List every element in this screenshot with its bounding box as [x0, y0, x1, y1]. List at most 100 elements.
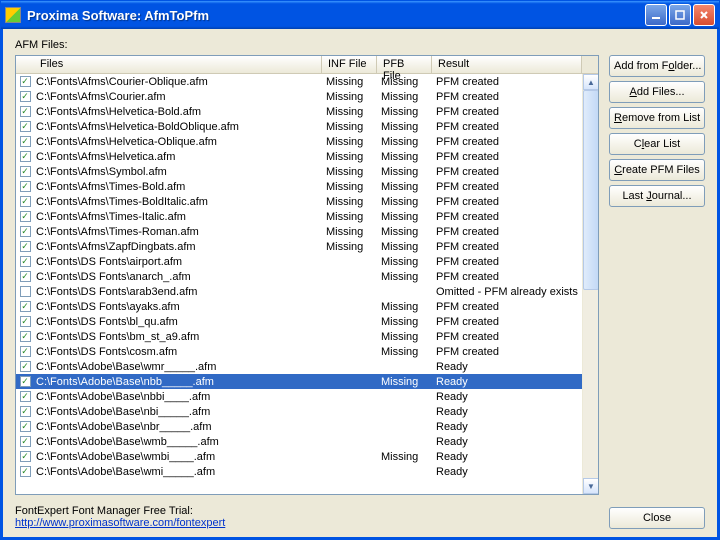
col-scroll-gap — [582, 56, 598, 73]
checkbox[interactable]: ✓ — [20, 406, 31, 417]
checkbox[interactable]: ✓ — [20, 76, 31, 87]
checkbox[interactable]: ✓ — [20, 451, 31, 462]
cell-pfb: Missing — [377, 121, 432, 133]
create-pfm-files-button[interactable]: Create PFM Files — [609, 159, 705, 181]
checkbox[interactable]: ✓ — [20, 166, 31, 177]
table-row[interactable]: ✓C:\Fonts\Adobe\Base\nbb_____.afmMissing… — [16, 374, 598, 389]
table-row[interactable]: ✓C:\Fonts\Adobe\Base\wmb_____.afmReady — [16, 434, 598, 449]
row-checkbox-cell: ✓ — [16, 181, 34, 192]
checkbox[interactable]: ✓ — [20, 376, 31, 387]
checkbox[interactable]: ✓ — [20, 181, 31, 192]
checkbox[interactable]: ✓ — [20, 421, 31, 432]
cell-file: C:\Fonts\DS Fonts\bm_st_a9.afm — [34, 331, 322, 343]
col-result[interactable]: Result — [432, 56, 582, 73]
row-checkbox-cell: ✓ — [16, 331, 34, 342]
cell-result: PFM created — [432, 166, 582, 178]
checkbox[interactable]: ✓ — [20, 436, 31, 447]
col-pfb[interactable]: PFB File — [377, 56, 432, 73]
checkbox[interactable]: ✓ — [20, 346, 31, 357]
row-checkbox-cell: ✓ — [16, 436, 34, 447]
cell-file: C:\Fonts\Afms\Helvetica.afm — [34, 151, 322, 163]
cell-pfb: Missing — [377, 451, 432, 463]
checkbox[interactable] — [20, 286, 31, 297]
checkbox[interactable]: ✓ — [20, 391, 31, 402]
table-row[interactable]: ✓C:\Fonts\Afms\Symbol.afmMissingMissingP… — [16, 164, 598, 179]
checkbox[interactable]: ✓ — [20, 256, 31, 267]
checkbox[interactable]: ✓ — [20, 91, 31, 102]
row-checkbox-cell: ✓ — [16, 346, 34, 357]
checkbox[interactable]: ✓ — [20, 151, 31, 162]
cell-file: C:\Fonts\Afms\Courier-Oblique.afm — [34, 76, 322, 88]
table-row[interactable]: ✓C:\Fonts\DS Fonts\bm_st_a9.afmMissingPF… — [16, 329, 598, 344]
trial-link[interactable]: http://www.proximasoftware.com/fontexper… — [15, 517, 225, 529]
col-checkbox[interactable] — [16, 56, 34, 73]
table-row[interactable]: ✓C:\Fonts\Afms\Helvetica.afmMissingMissi… — [16, 149, 598, 164]
scrollbar[interactable]: ▲ ▼ — [582, 74, 598, 494]
checkbox[interactable]: ✓ — [20, 241, 31, 252]
table-row[interactable]: ✓C:\Fonts\Afms\Times-Roman.afmMissingMis… — [16, 224, 598, 239]
cell-pfb: Missing — [377, 226, 432, 238]
cell-pfb: Missing — [377, 91, 432, 103]
table-row[interactable]: ✓C:\Fonts\DS Fonts\ayaks.afmMissingPFM c… — [16, 299, 598, 314]
bottom-buttons: Close — [609, 507, 705, 529]
cell-pfb: Missing — [377, 331, 432, 343]
table-row[interactable]: ✓C:\Fonts\Afms\Times-Bold.afmMissingMiss… — [16, 179, 598, 194]
cell-inf: Missing — [322, 196, 377, 208]
table-row[interactable]: ✓C:\Fonts\Afms\Courier-Oblique.afmMissin… — [16, 74, 598, 89]
scroll-up-button[interactable]: ▲ — [583, 74, 598, 90]
table-row[interactable]: ✓C:\Fonts\Adobe\Base\wmr_____.afmReady — [16, 359, 598, 374]
table-row[interactable]: ✓C:\Fonts\DS Fonts\cosm.afmMissingPFM cr… — [16, 344, 598, 359]
checkbox[interactable]: ✓ — [20, 271, 31, 282]
close-button[interactable]: Close — [609, 507, 705, 529]
table-row[interactable]: ✓C:\Fonts\Afms\Helvetica-Oblique.afmMiss… — [16, 134, 598, 149]
cell-pfb: Missing — [377, 256, 432, 268]
scroll-thumb[interactable] — [583, 90, 598, 290]
close-window-button[interactable] — [693, 4, 715, 26]
checkbox[interactable]: ✓ — [20, 106, 31, 117]
table-row[interactable]: ✓C:\Fonts\Afms\Times-Italic.afmMissingMi… — [16, 209, 598, 224]
maximize-button[interactable] — [669, 4, 691, 26]
cell-file: C:\Fonts\Afms\Times-Roman.afm — [34, 226, 322, 238]
checkbox[interactable]: ✓ — [20, 211, 31, 222]
cell-pfb: Missing — [377, 376, 432, 388]
add-files-button[interactable]: Add Files... — [609, 81, 705, 103]
row-checkbox-cell: ✓ — [16, 421, 34, 432]
checkbox[interactable]: ✓ — [20, 316, 31, 327]
table-row[interactable]: ✓C:\Fonts\Adobe\Base\nbbi____.afmReady — [16, 389, 598, 404]
row-checkbox-cell: ✓ — [16, 241, 34, 252]
table-row[interactable]: ✓C:\Fonts\DS Fonts\anarch_.afmMissingPFM… — [16, 269, 598, 284]
col-inf[interactable]: INF File — [322, 56, 377, 73]
cell-inf: Missing — [322, 76, 377, 88]
table-row[interactable]: ✓C:\Fonts\Adobe\Base\nbr_____.afmReady — [16, 419, 598, 434]
scroll-down-button[interactable]: ▼ — [583, 478, 598, 494]
table-row[interactable]: ✓C:\Fonts\Afms\Courier.afmMissingMissing… — [16, 89, 598, 104]
table-row[interactable]: ✓C:\Fonts\Adobe\Base\wmbi____.afmMissing… — [16, 449, 598, 464]
cell-result: PFM created — [432, 226, 582, 238]
last-journal-button[interactable]: Last Journal... — [609, 185, 705, 207]
titlebar[interactable]: Proxima Software: AfmToPfm — [1, 1, 719, 29]
table-row[interactable]: ✓C:\Fonts\Afms\Helvetica-Bold.afmMissing… — [16, 104, 598, 119]
table-row[interactable]: ✓C:\Fonts\DS Fonts\bl_qu.afmMissingPFM c… — [16, 314, 598, 329]
table-row[interactable]: C:\Fonts\DS Fonts\arab3end.afmOmitted - … — [16, 284, 598, 299]
checkbox[interactable]: ✓ — [20, 121, 31, 132]
table-row[interactable]: ✓C:\Fonts\DS Fonts\airport.afmMissingPFM… — [16, 254, 598, 269]
table-row[interactable]: ✓C:\Fonts\Adobe\Base\wmi_____.afmReady — [16, 464, 598, 479]
maximize-icon — [675, 10, 685, 20]
checkbox[interactable]: ✓ — [20, 466, 31, 477]
table-row[interactable]: ✓C:\Fonts\Afms\ZapfDingbats.afmMissingMi… — [16, 239, 598, 254]
checkbox[interactable]: ✓ — [20, 361, 31, 372]
checkbox[interactable]: ✓ — [20, 226, 31, 237]
clear-list-button[interactable]: Clear List — [609, 133, 705, 155]
checkbox[interactable]: ✓ — [20, 301, 31, 312]
table-row[interactable]: ✓C:\Fonts\Afms\Helvetica-BoldOblique.afm… — [16, 119, 598, 134]
minimize-button[interactable] — [645, 4, 667, 26]
checkbox[interactable]: ✓ — [20, 331, 31, 342]
checkbox[interactable]: ✓ — [20, 196, 31, 207]
table-row[interactable]: ✓C:\Fonts\Afms\Times-BoldItalic.afmMissi… — [16, 194, 598, 209]
remove-from-list-button[interactable]: Remove from List — [609, 107, 705, 129]
checkbox[interactable]: ✓ — [20, 136, 31, 147]
cell-pfb: Missing — [377, 241, 432, 253]
table-row[interactable]: ✓C:\Fonts\Adobe\Base\nbi_____.afmReady — [16, 404, 598, 419]
col-files[interactable]: Files — [34, 56, 322, 73]
add-from-folder-button[interactable]: Add from Folder... — [609, 55, 705, 77]
